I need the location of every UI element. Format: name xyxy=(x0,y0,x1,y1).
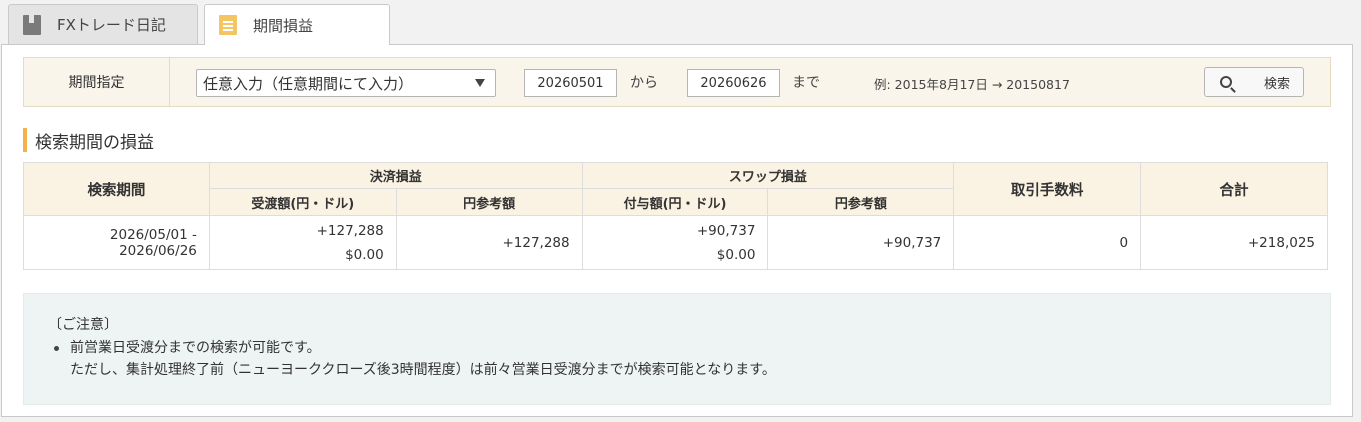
date-to-input[interactable] xyxy=(687,69,780,97)
header-swap-yen: 円参考額 xyxy=(767,188,955,216)
notice-title: 〔ご注意〕 xyxy=(48,317,118,333)
cell-settlement-amount: +127,288 $0.00 xyxy=(208,215,397,270)
header-settlement-yen: 円参考額 xyxy=(395,188,583,216)
pnl-table: 検索期間 決済損益 スワップ損益 取引手数料 合計 受渡額(円・ドル) 円参考額… xyxy=(23,162,1328,270)
tab-fx-trade-diary[interactable]: FXトレード日記 xyxy=(8,4,198,44)
header-swap-amount: 付与額(円・ドル) xyxy=(581,188,769,216)
cell-fee: 0 xyxy=(953,215,1142,270)
settlement-yen-amount: +127,288 xyxy=(316,222,384,239)
header-settlement: 決済損益 xyxy=(208,162,583,189)
to-label: まで xyxy=(792,75,820,91)
date-from-input[interactable] xyxy=(524,69,617,97)
heading-accent-bar xyxy=(23,128,27,152)
period-type-select[interactable]: 任意入力（任意期間にて入力） xyxy=(196,69,496,97)
period-spec-label: 期間指定 xyxy=(24,58,170,106)
header-fee: 取引手数料 xyxy=(953,162,1142,216)
tab-bar: FXトレード日記 期間損益 xyxy=(8,4,390,45)
cell-settlement-yen: +127,288 xyxy=(395,215,583,270)
search-button[interactable]: 検索 xyxy=(1204,67,1304,97)
document-icon xyxy=(219,15,237,35)
date-format-example: 例: 2015年8月17日 → 20150817 xyxy=(874,77,1070,92)
notice-box: 〔ご注意〕 前営業日受渡分までの検索が可能です。 ただし、集計処理終了前（ニュー… xyxy=(23,293,1331,405)
notice-list: 前営業日受渡分までの検索が可能です。 ただし、集計処理終了前（ニューヨーククロー… xyxy=(48,337,1330,381)
section-title: 検索期間の損益 xyxy=(35,132,154,153)
notice-item: 前営業日受渡分までの検索が可能です。 ただし、集計処理終了前（ニューヨーククロー… xyxy=(48,337,1330,381)
header-period: 検索期間 xyxy=(23,162,210,216)
search-button-label: 検索 xyxy=(1264,76,1291,92)
dropdown-arrow-icon xyxy=(475,79,485,87)
main-panel: 期間指定 任意入力（任意期間にて入力） から まで 例: 2015年8月17日 … xyxy=(1,44,1353,417)
search-bar: 期間指定 任意入力（任意期間にて入力） から まで 例: 2015年8月17日 … xyxy=(23,57,1331,107)
cell-period: 2026/05/01 - 2026/06/26 xyxy=(23,215,210,270)
header-total: 合計 xyxy=(1140,162,1328,216)
tab-label: FXトレード日記 xyxy=(57,16,166,34)
notice-line-2: ただし、集計処理終了前（ニューヨーククローズ後3時間程度）は前々営業日受渡分まで… xyxy=(70,362,776,378)
tab-label: 期間損益 xyxy=(253,16,314,35)
cell-total: +218,025 xyxy=(1140,215,1328,270)
swap-yen-amount: +90,737 xyxy=(696,222,756,239)
table-row: 2026/05/01 - 2026/06/26 +127,288 $0.00 +… xyxy=(23,215,1328,270)
from-label: から xyxy=(630,75,658,91)
header-settlement-amount: 受渡額(円・ドル) xyxy=(208,188,397,216)
swap-usd-amount: $0.00 xyxy=(716,246,756,263)
cell-swap-amount: +90,737 $0.00 xyxy=(581,215,769,270)
tab-period-pnl[interactable]: 期間損益 xyxy=(204,4,390,45)
settlement-usd-amount: $0.00 xyxy=(345,246,384,263)
notice-line-1: 前営業日受渡分までの検索が可能です。 xyxy=(70,340,321,356)
search-icon xyxy=(1220,76,1232,88)
book-icon xyxy=(23,14,41,35)
section-heading: 検索期間の損益 xyxy=(23,128,154,153)
header-swap: スワップ損益 xyxy=(581,162,955,189)
cell-swap-yen: +90,737 xyxy=(767,215,955,270)
select-value: 任意入力（任意期間にて入力） xyxy=(203,74,414,93)
